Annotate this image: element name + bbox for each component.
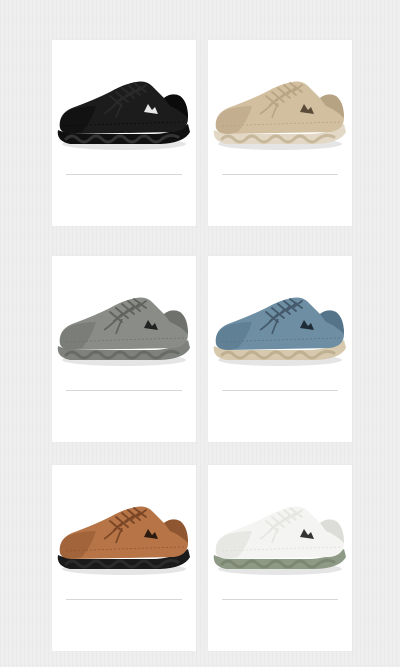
product-card-black[interactable]: [52, 40, 196, 226]
divider: [66, 390, 182, 391]
grey-loafer-image: [57, 297, 190, 366]
product-card-beige[interactable]: [208, 40, 352, 226]
product-card-brown[interactable]: [52, 465, 196, 651]
product-card-grey[interactable]: [52, 256, 196, 442]
beige-loafer-image: [213, 81, 346, 150]
product-card-white[interactable]: [208, 465, 352, 651]
blue-loafer-image: [213, 297, 346, 366]
divider: [222, 599, 338, 600]
divider: [66, 599, 182, 600]
brown-loafer-image: [57, 506, 190, 575]
product-card-blue[interactable]: [208, 256, 352, 442]
divider: [222, 174, 338, 175]
black-loafer-image: [57, 81, 190, 150]
divider: [222, 390, 338, 391]
divider: [66, 174, 182, 175]
white-loafer-image: [213, 506, 346, 575]
